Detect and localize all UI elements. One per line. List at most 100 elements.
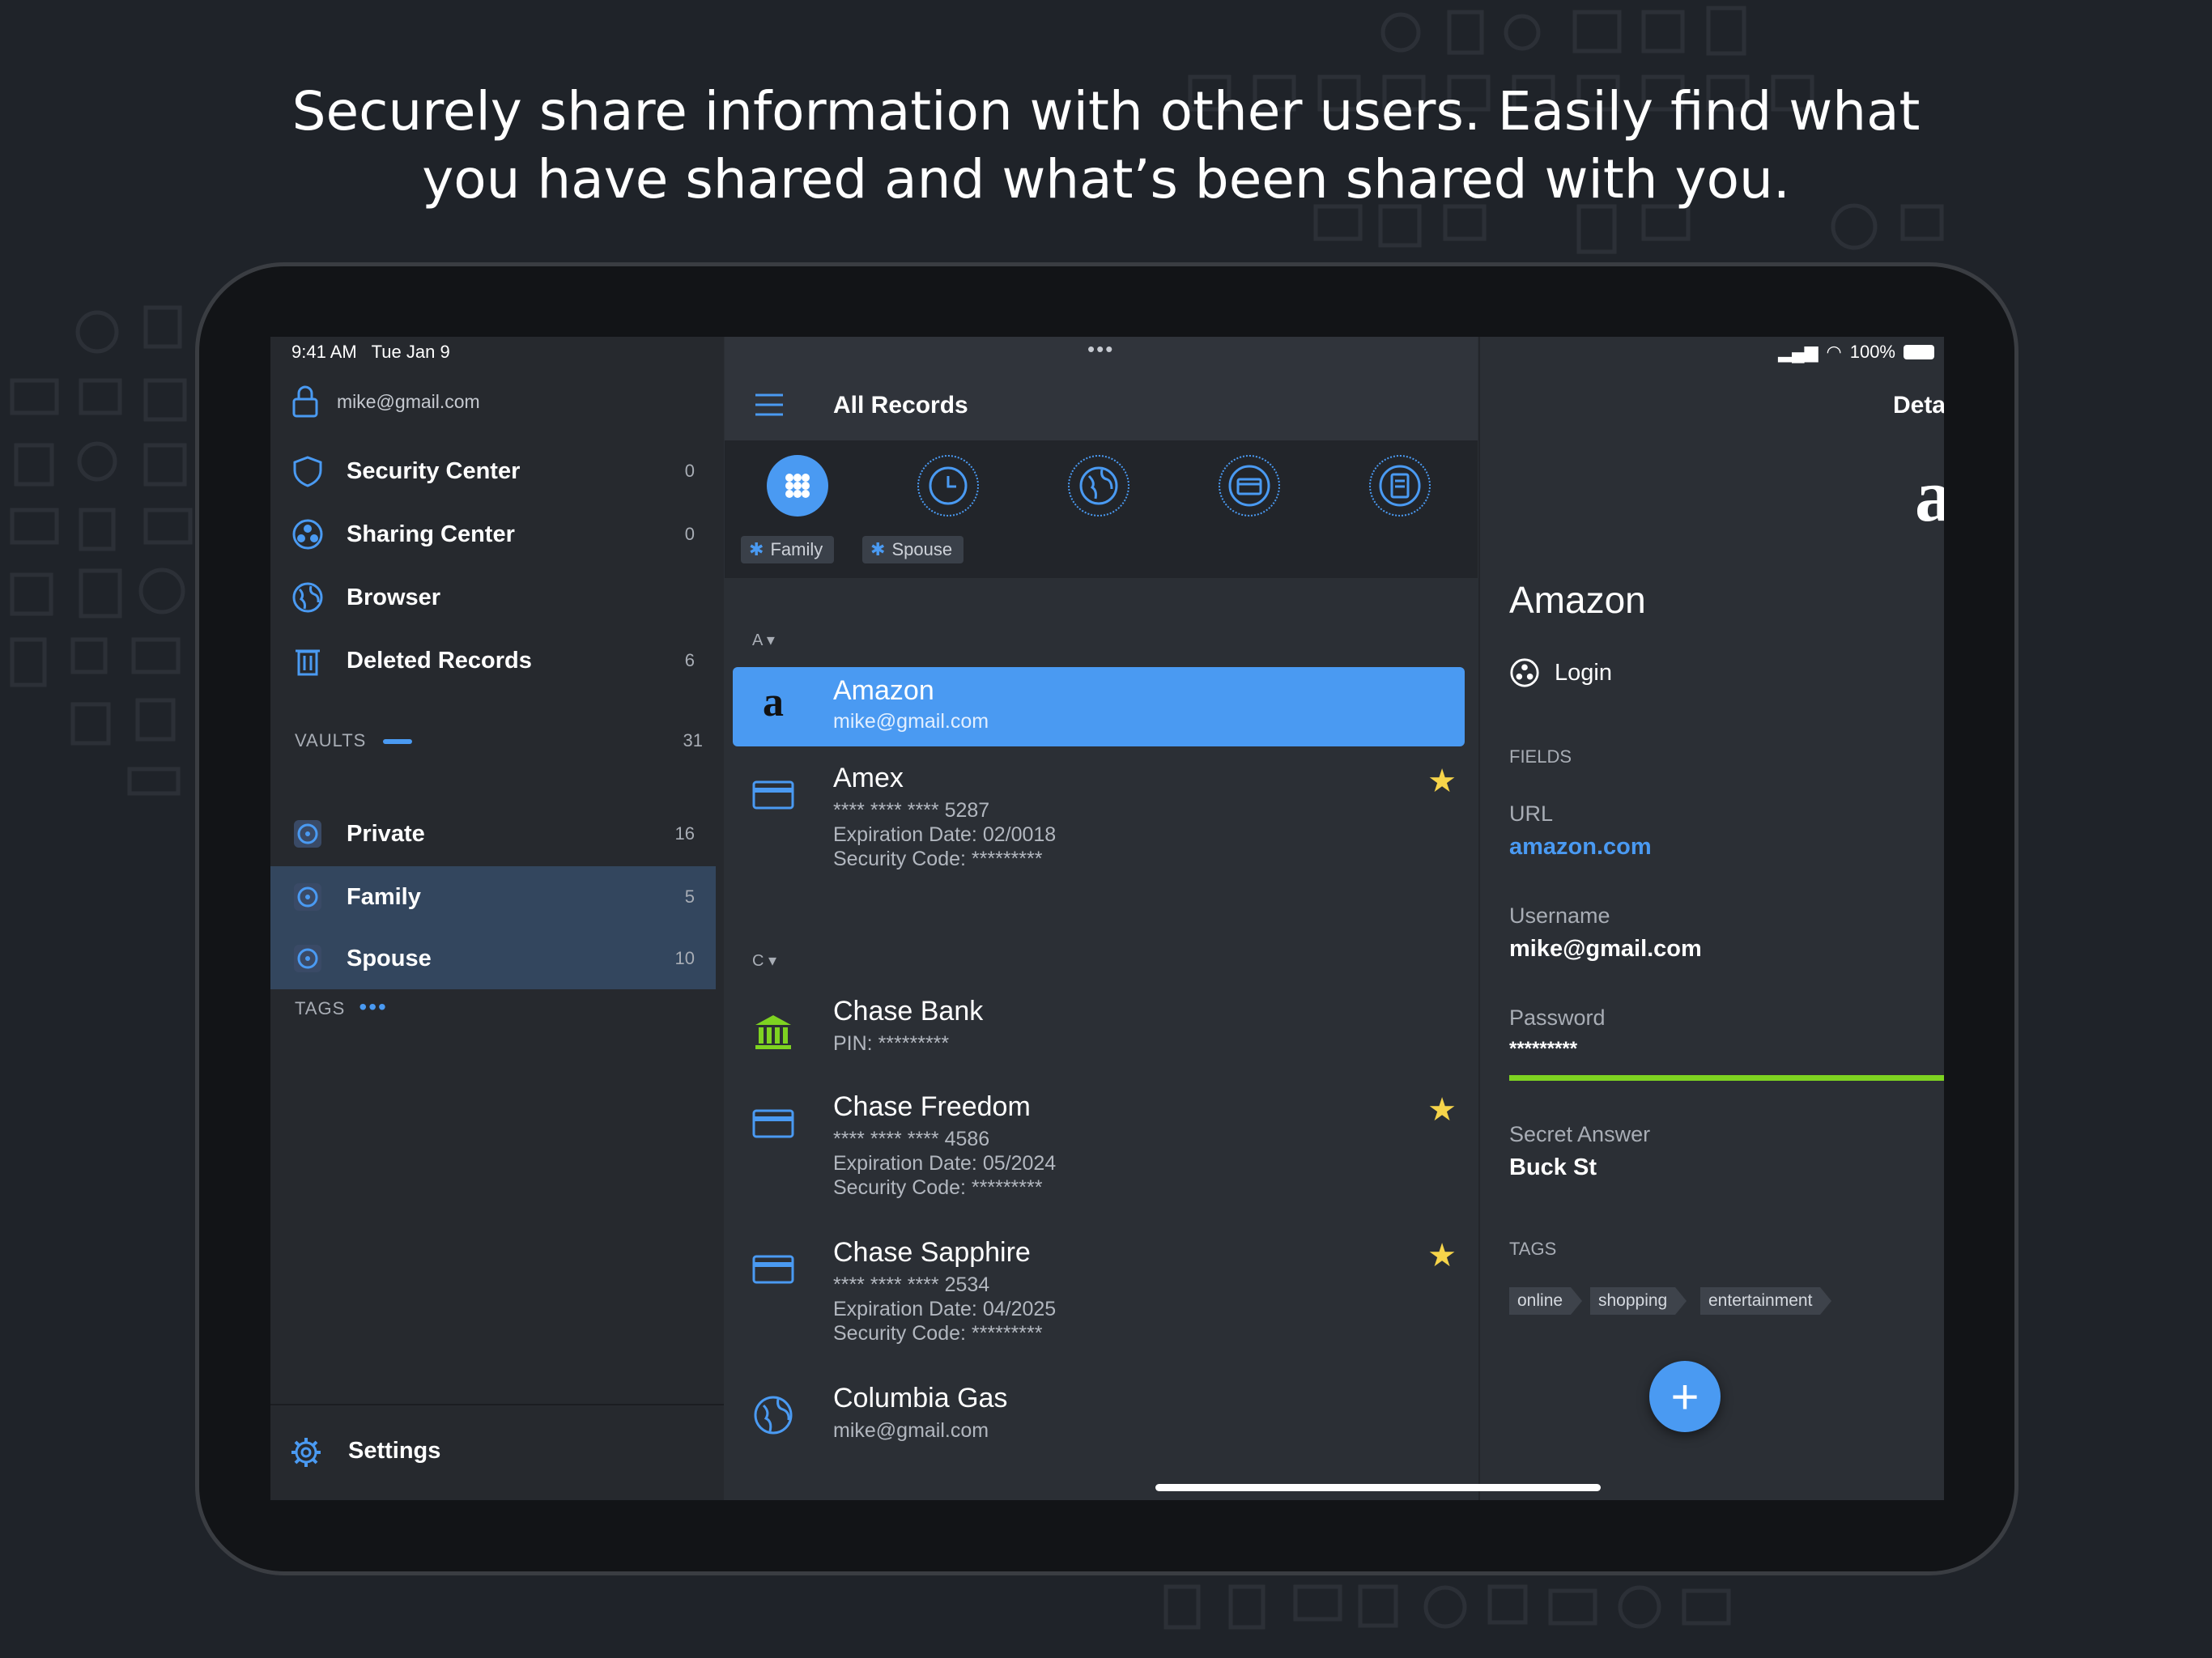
filter-chip-spouse[interactable]: ✱ Spouse [862, 536, 964, 563]
recent-filter-icon[interactable] [917, 455, 979, 517]
vaults-section-header[interactable]: VAULTS [295, 730, 413, 751]
favorite-star-icon[interactable]: ★ [1427, 1091, 1457, 1129]
record-subtitle: mike@gmail.com [833, 710, 989, 733]
field-label-password: Password [1509, 1005, 1606, 1030]
record-title: Chase Freedom [833, 1091, 1031, 1122]
record-line: Expiration Date: 02/0018 [833, 823, 1057, 846]
filter-chip-family[interactable]: ✱ Family [741, 536, 835, 563]
vault-icon [294, 883, 321, 911]
globe-icon [754, 1396, 793, 1435]
account-row[interactable]: mike@gmail.com [291, 385, 480, 418]
favorite-star-icon[interactable]: ★ [1427, 1237, 1457, 1274]
card-icon [752, 1255, 794, 1284]
section-letter: A [752, 631, 763, 649]
sidebar-vault-family[interactable]: Family 5 [270, 866, 716, 928]
add-record-button[interactable]: + [1649, 1361, 1721, 1432]
sidebar-item-count: 10 [674, 948, 695, 968]
record-line: **** **** **** 5287 [833, 799, 990, 822]
sidebar-item-label: Spouse [347, 945, 432, 971]
chip-label: Family [770, 539, 823, 559]
sidebar: 9:41 AM Tue Jan 9 mike@gmail.com Securit… [270, 337, 724, 1500]
tags-label: TAGS [295, 998, 346, 1018]
tag-online[interactable]: online [1509, 1287, 1583, 1315]
sidebar-item-label: Sharing Center [347, 521, 515, 547]
card-icon [752, 780, 794, 810]
list-title: All Records [833, 392, 968, 419]
record-row-chase-freedom[interactable]: Chase Freedom **** **** **** 4586 Expira… [733, 1091, 1465, 1229]
card-filter-icon[interactable] [1219, 455, 1280, 517]
plus-icon: + [1670, 1369, 1699, 1424]
record-line: Security Code: ********* [833, 848, 1043, 870]
status-bar-time: 9:41 AM Tue Jan 9 [291, 342, 450, 363]
sidebar-item-deleted-records[interactable]: Deleted Records 6 [270, 630, 716, 691]
record-type-label: Login [1555, 659, 1612, 686]
record-title: Amex [833, 763, 904, 793]
sidebar-item-count: 0 [684, 524, 695, 544]
favorite-star-icon[interactable]: ★ [1427, 763, 1457, 800]
sidebar-item-count: 5 [684, 886, 695, 907]
section-header-a[interactable]: A ▾ [752, 630, 775, 650]
record-title: Chase Bank [833, 996, 984, 1027]
detail-header: Deta [1892, 392, 1944, 419]
settings-button[interactable]: Settings [270, 1404, 724, 1500]
record-row-chase-bank[interactable]: Chase Bank PIN: ********* [733, 996, 1465, 1070]
battery-percent: 100% [1849, 342, 1895, 362]
list-toolbar: ••• All Records [725, 337, 1721, 440]
bank-icon [755, 1015, 791, 1049]
sidebar-item-count: 6 [684, 650, 695, 670]
sidebar-item-browser[interactable]: Browser [270, 567, 716, 628]
card-icon [752, 1109, 794, 1138]
sidebar-item-count: 0 [684, 461, 695, 481]
sidebar-item-label: Browser [347, 584, 441, 610]
record-row-amex[interactable]: Amex **** **** **** 5287 Expiration Date… [733, 763, 1465, 908]
field-value-username[interactable]: mike@gmail.com [1509, 936, 1702, 963]
chip-label: Spouse [891, 539, 953, 559]
field-value-password[interactable]: ********* [1509, 1038, 1577, 1061]
sidebar-vault-private[interactable]: Private 16 [270, 803, 716, 865]
field-value-url[interactable]: amazon.com [1509, 834, 1652, 861]
detail-title: Amazon [1509, 579, 1646, 621]
record-row-columbia-gas[interactable]: Columbia Gas mike@gmail.com [733, 1383, 1465, 1464]
section-header-c[interactable]: C ▾ [752, 950, 776, 971]
vault-icon [294, 820, 321, 848]
sidebar-item-label: Security Center [347, 457, 521, 484]
records-list-pane: ••• All Records ✱ Family ✱ Spouse A ▾ a … [725, 337, 1721, 1500]
menu-icon[interactable] [754, 392, 785, 418]
sidebar-item-label: Family [347, 883, 421, 910]
record-type-row: Login [1509, 657, 1612, 688]
field-label-url: URL [1509, 801, 1554, 826]
record-line: Security Code: ********* [833, 1322, 1043, 1345]
gear-icon [291, 1438, 321, 1467]
trash-icon [296, 649, 320, 676]
record-title: Amazon [833, 675, 934, 706]
tags-section-label: TAGS [1509, 1239, 1557, 1259]
document-filter-icon[interactable] [1369, 455, 1431, 517]
sidebar-item-sharing-center[interactable]: Sharing Center 0 [270, 504, 716, 565]
login-icon [1510, 658, 1539, 687]
password-strength-bar [1509, 1075, 1944, 1081]
tags-section-header[interactable]: TAGS ••• [295, 994, 388, 1020]
record-row-chase-sapphire[interactable]: Chase Sapphire **** **** **** 2534 Expir… [733, 1237, 1465, 1375]
lock-icon [292, 385, 318, 418]
sidebar-item-security-center[interactable]: Security Center 0 [270, 440, 716, 502]
multitask-dots-icon[interactable]: ••• [1087, 337, 1114, 362]
status-date: Tue Jan 9 [371, 342, 450, 362]
web-filter-icon[interactable] [1068, 455, 1129, 517]
section-letter: C [752, 952, 764, 970]
record-row-amazon[interactable]: a Amazon mike@gmail.com [733, 667, 1465, 746]
globe-icon [292, 582, 323, 613]
all-records-filter-icon[interactable] [767, 455, 828, 517]
record-line: Expiration Date: 04/2025 [833, 1298, 1057, 1320]
password-strength-fill [1509, 1075, 1944, 1081]
record-title: Columbia Gas [833, 1383, 1008, 1414]
sidebar-vault-spouse[interactable]: Spouse 10 [270, 928, 716, 989]
collapse-icon [383, 739, 413, 745]
sidebar-item-label: Private [347, 820, 425, 847]
tag-shopping[interactable]: shopping [1590, 1287, 1687, 1315]
tag-entertainment[interactable]: entertainment [1700, 1287, 1832, 1315]
field-value-secret-answer[interactable]: Buck St [1509, 1154, 1597, 1181]
status-time: 9:41 AM [291, 342, 357, 362]
marketing-headline: Securely share information with other us… [0, 78, 2212, 214]
settings-label: Settings [348, 1438, 441, 1464]
record-subtitle: mike@gmail.com [833, 1419, 989, 1442]
